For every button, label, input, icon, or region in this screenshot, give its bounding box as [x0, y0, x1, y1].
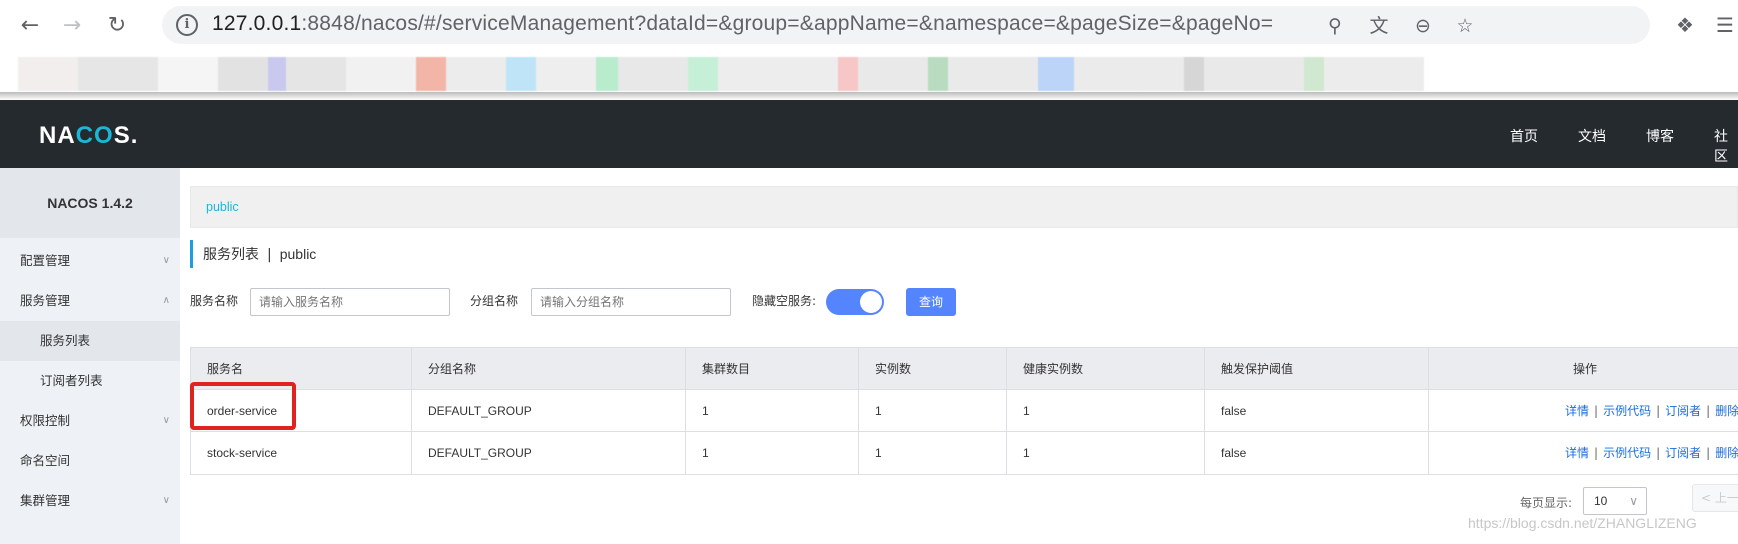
cell-healthy-count: 1 [1007, 390, 1205, 432]
subscriber-link[interactable]: 订阅者 [1665, 404, 1701, 418]
chevron-down-icon: ∨ [162, 495, 170, 506]
cell-healthy-count: 1 [1007, 432, 1205, 474]
zoom-out-icon[interactable]: ⊖ [1412, 15, 1434, 37]
page-size-label: 每页显示: [1520, 496, 1573, 510]
sample-code-link[interactable]: 示例代码 [1603, 446, 1651, 460]
chevron-down-icon: ∨ [162, 255, 170, 266]
sidebar: NACOS 1.4.2 配置管理 ∨ 服务管理 ∧ 服务列表 订阅者列表 权限控制 ∨… [0, 168, 180, 544]
service-name-label: 服务名称 [190, 294, 239, 308]
cell-threshold: false [1205, 432, 1429, 474]
nav-community[interactable]: 社区 [1714, 126, 1738, 166]
service-table: 服务名 分组名称 集群数目 实例数 健康实例数 触发保护阈值 操作 order-… [190, 347, 1738, 475]
nav-home[interactable]: 首页 [1510, 126, 1538, 146]
cell-cluster-count: 1 [686, 390, 859, 432]
bookmark-star-icon[interactable]: ☆ [1454, 15, 1476, 37]
chevron-down-icon: ∨ [162, 415, 170, 426]
app-header: NACOS. 首页 文档 博客 社区 [0, 100, 1738, 168]
watermark: https://blog.csdn.net/ZHANGLIZENG [1468, 515, 1697, 531]
header-healthy-count: 健康实例数 [1007, 348, 1205, 390]
forward-arrow-icon[interactable]: → [57, 10, 87, 40]
cell-cluster-count: 1 [686, 432, 859, 474]
site-info-icon[interactable]: i [176, 14, 198, 36]
page-title: 服务列表 | public [190, 240, 316, 268]
cell-instance-count: 1 [859, 432, 1007, 474]
sidebar-item-auth[interactable]: 权限控制 ∨ [0, 401, 180, 441]
table-row: stock-service DEFAULT_GROUP 1 1 1 false … [191, 432, 1738, 474]
bookmarks-bar-blurred [18, 57, 1658, 91]
service-name-input[interactable] [250, 288, 450, 316]
menu-icon[interactable]: ☰ [1712, 12, 1738, 38]
chevron-down-icon: ∨ [1629, 494, 1638, 508]
sidebar-item-service-management[interactable]: 服务管理 ∧ [0, 281, 180, 321]
sidebar-item-namespace[interactable]: 命名空间 [0, 441, 180, 481]
browser-toolbar: ← → ↻ i 127.0.0.1:8848/nacos/#/serviceMa… [0, 0, 1738, 50]
header-threshold: 触发保护阈值 [1205, 348, 1429, 390]
row-actions: 详情 | 示例代码 | 订阅者 | 删除 [1565, 404, 1738, 418]
version-label: NACOS 1.4.2 [0, 168, 180, 238]
delete-link[interactable]: 删除 [1715, 446, 1738, 460]
table-row: order-service DEFAULT_GROUP 1 1 1 false … [191, 390, 1738, 432]
table-header: 服务名 分组名称 集群数目 实例数 健康实例数 触发保护阈值 操作 [191, 348, 1738, 390]
sidebar-item-cluster[interactable]: 集群管理 ∨ [0, 481, 180, 521]
detail-link[interactable]: 详情 [1565, 446, 1589, 460]
chevron-up-icon: ∧ [162, 295, 170, 306]
query-button[interactable]: 查询 [906, 288, 956, 316]
group-name-label: 分组名称 [470, 294, 519, 308]
reload-icon[interactable]: ↻ [102, 10, 132, 40]
annotation-highlight-box [190, 382, 296, 430]
toggle-knob [860, 291, 882, 313]
row-actions: 详情 | 示例代码 | 订阅者 | 删除 [1565, 446, 1738, 460]
header-instance-count: 实例数 [859, 348, 1007, 390]
header-group-name: 分组名称 [412, 348, 686, 390]
nacos-logo[interactable]: NACOS. [39, 122, 138, 150]
url-text[interactable]: 127.0.0.1:8848/nacos/#/serviceManagement… [212, 12, 1273, 36]
cell-group-name: DEFAULT_GROUP [412, 390, 686, 432]
header-cluster-count: 集群数目 [686, 348, 859, 390]
namespace-bar: public [190, 186, 1738, 228]
cell-group-name: DEFAULT_GROUP [412, 432, 686, 474]
address-bar[interactable]: i 127.0.0.1:8848/nacos/#/serviceManageme… [162, 6, 1650, 44]
hide-empty-toggle[interactable] [826, 289, 884, 315]
namespace-tab-public[interactable]: public [206, 200, 239, 214]
nav-blog[interactable]: 博客 [1646, 126, 1674, 146]
sidebar-item-subscriber-list[interactable]: 订阅者列表 [0, 361, 180, 401]
cell-threshold: false [1205, 390, 1429, 432]
prev-page-button[interactable]: < 上一 [1692, 484, 1738, 512]
page-size-select[interactable]: 10 ∨ [1583, 487, 1647, 515]
sidebar-item-service-list[interactable]: 服务列表 [0, 321, 180, 361]
subscriber-link[interactable]: 订阅者 [1665, 446, 1701, 460]
extensions-puzzle-icon[interactable]: ❖ [1672, 12, 1698, 38]
header-actions: 操作 [1572, 362, 1597, 376]
sample-code-link[interactable]: 示例代码 [1603, 404, 1651, 418]
hide-empty-label: 隐藏空服务: [752, 294, 817, 308]
detail-link[interactable]: 详情 [1565, 404, 1589, 418]
nav-docs[interactable]: 文档 [1578, 126, 1606, 146]
cell-service-name: stock-service [191, 432, 412, 474]
delete-link[interactable]: 删除 [1715, 404, 1738, 418]
bookmarks-bar-edge [0, 92, 1738, 100]
sidebar-item-config[interactable]: 配置管理 ∨ [0, 241, 180, 281]
translate-icon[interactable]: 文 [1368, 15, 1390, 37]
cell-instance-count: 1 [859, 390, 1007, 432]
key-icon[interactable]: ⚲ [1324, 15, 1346, 37]
back-arrow-icon[interactable]: ← [15, 10, 45, 40]
group-name-input[interactable] [531, 288, 731, 316]
